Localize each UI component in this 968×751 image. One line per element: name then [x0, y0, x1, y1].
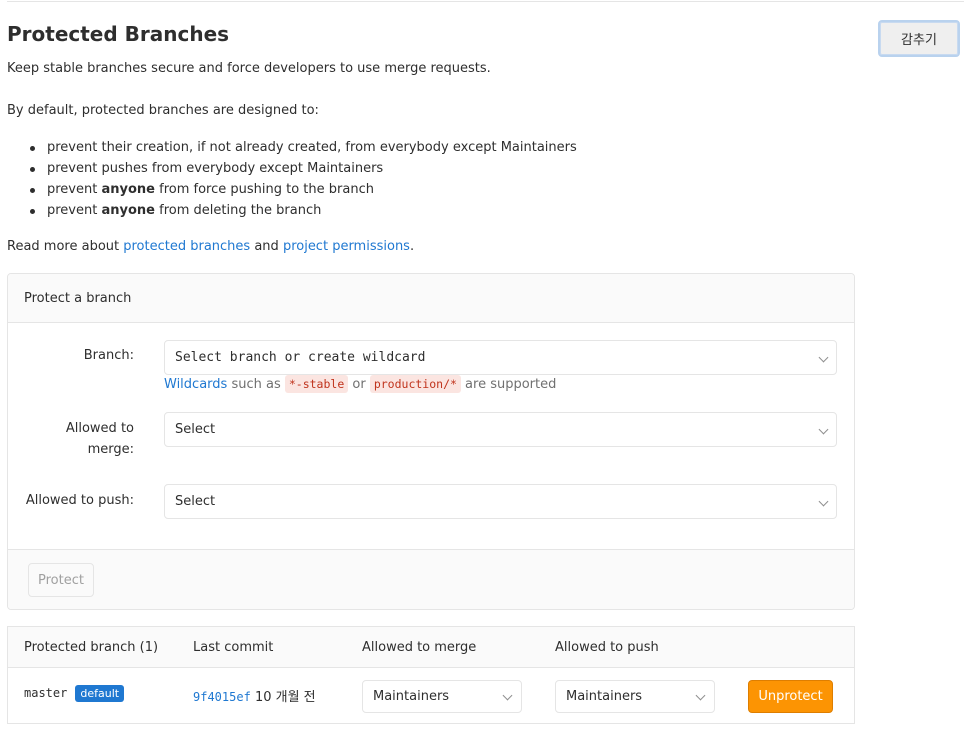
- default-intro: By default, protected branches are desig…: [7, 103, 319, 118]
- push-select-value: Select: [175, 494, 216, 509]
- section-description: Keep stable branches secure and force de…: [7, 61, 491, 76]
- chevron-down-icon: [502, 690, 513, 701]
- header-protected-branch: Protected branch (1): [24, 640, 159, 655]
- project-permissions-link[interactable]: project permissions: [283, 239, 410, 254]
- rule-item: prevent anyone from deleting the branch: [27, 201, 577, 222]
- section-title: Protected Branches: [7, 22, 230, 46]
- unprotect-button[interactable]: Unprotect: [748, 680, 833, 713]
- branch-cell: master default: [24, 685, 125, 702]
- default-badge: default: [75, 685, 125, 702]
- push-label: Allowed to push:: [25, 493, 134, 508]
- branch-label: Branch:: [83, 348, 134, 363]
- merge-label: Allowed to merge:: [65, 421, 134, 457]
- commit-time: 10 개월 전: [254, 690, 316, 705]
- chevron-down-icon: [818, 424, 829, 435]
- panel-footer: Protect: [8, 549, 854, 609]
- rule-item: prevent anyone from force pushing to the…: [27, 180, 577, 201]
- branch-name: master: [24, 686, 68, 700]
- protect-branch-panel: Protect a branch Branch: Select branch o…: [7, 273, 855, 610]
- code-stable: *-stable: [284, 375, 349, 393]
- collapse-button[interactable]: 감추기: [878, 20, 960, 57]
- panel-header: Protect a branch: [8, 274, 854, 323]
- rules-list: prevent their creation, if not already c…: [27, 138, 577, 222]
- merge-select[interactable]: Select: [164, 412, 837, 447]
- wildcard-hint: Wildcards such as *-stable or production…: [164, 375, 557, 393]
- push-access-select[interactable]: Maintainers: [555, 680, 715, 713]
- branch-select-value: Select branch or create wildcard: [175, 350, 426, 365]
- code-production: production/*: [369, 375, 461, 393]
- table-header: Protected branch (1) Last commit Allowed…: [8, 627, 854, 668]
- panel-title: Protect a branch: [24, 291, 132, 306]
- push-access-value: Maintainers: [566, 689, 643, 704]
- protect-button[interactable]: Protect: [28, 563, 94, 597]
- rule-item: prevent their creation, if not already c…: [27, 138, 577, 159]
- top-divider: [7, 1, 964, 2]
- header-allowed-merge: Allowed to merge: [362, 640, 477, 655]
- protected-branches-table: Protected branch (1) Last commit Allowed…: [7, 626, 855, 724]
- protected-branches-link[interactable]: protected branches: [123, 239, 250, 254]
- rule-item: prevent pushes from everybody except Mai…: [27, 159, 577, 180]
- commit-cell: 9f4015ef 10 개월 전: [193, 686, 316, 705]
- chevron-down-icon: [818, 352, 829, 363]
- merge-access-value: Maintainers: [373, 689, 450, 704]
- branch-select[interactable]: Select branch or create wildcard: [164, 340, 837, 375]
- header-allowed-push: Allowed to push: [555, 640, 659, 655]
- merge-access-select[interactable]: Maintainers: [362, 680, 522, 713]
- header-last-commit: Last commit: [193, 640, 274, 655]
- push-select[interactable]: Select: [164, 484, 837, 519]
- chevron-down-icon: [818, 496, 829, 507]
- read-more: Read more about protected branches and p…: [7, 239, 415, 254]
- wildcards-link[interactable]: Wildcards: [164, 377, 227, 392]
- merge-select-value: Select: [175, 422, 216, 437]
- commit-sha-link[interactable]: 9f4015ef: [193, 690, 251, 704]
- chevron-down-icon: [695, 690, 706, 701]
